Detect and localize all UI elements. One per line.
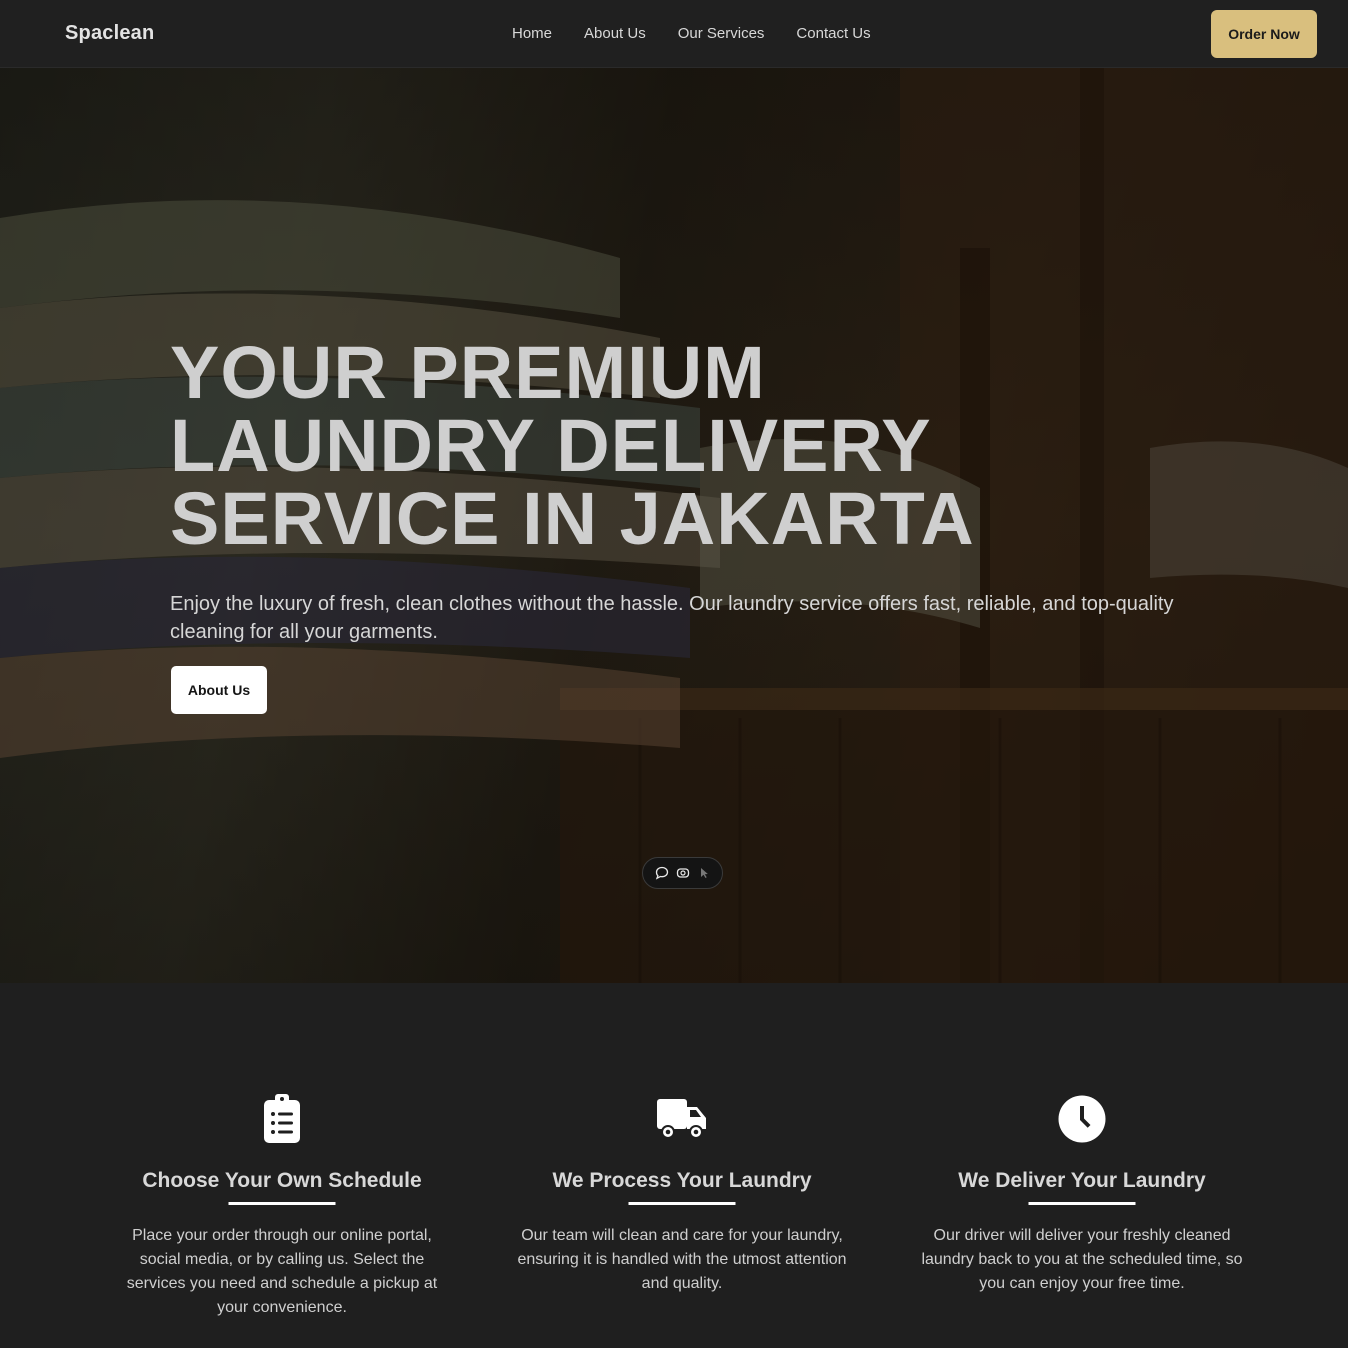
nav-link-contact-us[interactable]: Contact Us [780, 25, 886, 42]
hero-subtitle: Enjoy the luxury of fresh, clean clothes… [170, 593, 1174, 643]
hero-title-line: YOUR PREMIUM [170, 331, 766, 414]
hero-section: YOUR PREMIUM LAUNDRY DELIVERY SERVICE IN… [0, 68, 1348, 983]
feature-divider [628, 1202, 736, 1205]
features-section: Choose Your Own Schedule Place your orde… [0, 983, 1348, 1348]
feature-title: Choose Your Own Schedule [142, 1169, 422, 1192]
navbar: Spaclean Home About Us Our Services Cont… [0, 0, 1348, 68]
clipboard-list-icon [256, 1093, 308, 1145]
pointer-icon[interactable] [696, 865, 712, 881]
feature-title: We Process Your Laundry [552, 1169, 812, 1192]
chat-icon[interactable] [654, 865, 670, 881]
main-nav: Home About Us Our Services Contact Us [496, 25, 887, 42]
hero-title: YOUR PREMIUM LAUNDRY DELIVERY SERVICE IN… [170, 331, 1170, 560]
clock-icon [1056, 1093, 1108, 1145]
nav-link-about-us[interactable]: About Us [568, 25, 662, 42]
feature-title: We Deliver Your Laundry [958, 1169, 1206, 1192]
nav-link-home[interactable]: Home [496, 25, 568, 42]
nav-link-our-services[interactable]: Our Services [662, 25, 781, 42]
feature-text: Our driver will deliver your freshly cle… [921, 1227, 1243, 1292]
floating-toolbar [642, 857, 723, 889]
about-us-button[interactable]: About Us [171, 666, 267, 714]
feature-divider [1028, 1202, 1136, 1205]
order-now-button[interactable]: Order Now [1211, 10, 1317, 58]
brand-logo[interactable]: Spaclean [65, 22, 154, 45]
hero-title-line: SERVICE IN JAKARTA [170, 477, 975, 560]
truck-icon [656, 1093, 708, 1145]
feature-divider [228, 1202, 336, 1205]
feature-text: Place your order through our online port… [126, 1227, 438, 1316]
feature-text: Our team will clean and care for your la… [517, 1227, 847, 1292]
hero-title-line: LAUNDRY DELIVERY [170, 404, 932, 487]
eye-icon[interactable] [675, 865, 691, 881]
